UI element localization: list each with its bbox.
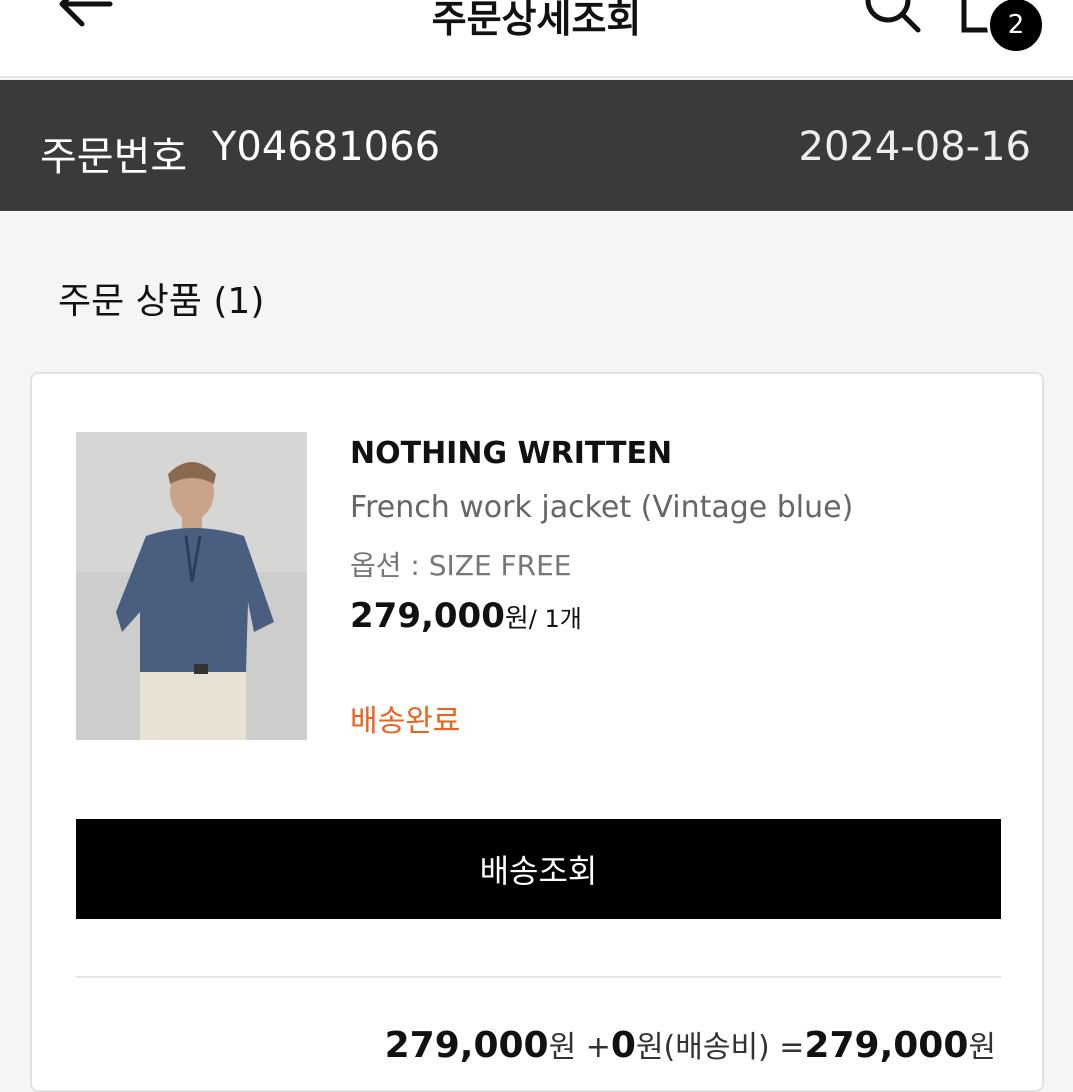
product-brand: NOTHING WRITTEN xyxy=(350,436,673,471)
shipping-fee: 0 xyxy=(610,1025,636,1066)
order-item-card: NOTHING WRITTEN French work jacket (Vint… xyxy=(30,372,1044,1092)
cart-count-badge[interactable]: 2 xyxy=(987,0,1045,54)
product-option: 옵션 : SIZE FREE xyxy=(350,549,572,582)
section-title: 주문 상품 (1) xyxy=(58,281,265,322)
grand-total: 279,000 xyxy=(804,1025,969,1066)
quantity: / 1개 xyxy=(528,605,582,633)
shipping-label: 원(배송비) = xyxy=(635,1030,805,1065)
price-unit: 원 xyxy=(504,604,529,634)
top-app-bar: 주문상세조회 2 xyxy=(0,0,1073,78)
product-image[interactable] xyxy=(76,432,307,740)
search-icon[interactable] xyxy=(860,0,924,36)
won-plus: 원 + xyxy=(548,1030,611,1065)
delivery-status: 배송완료 xyxy=(350,704,461,739)
product-price: 279,000원/ 1개 xyxy=(350,596,582,636)
order-date: 2024-08-16 xyxy=(798,124,1031,170)
won-unit: 원 xyxy=(968,1030,996,1065)
order-number: Y04681066 xyxy=(212,124,441,170)
order-total-summary: 279,000원 +0원(배송비) =279,000원 xyxy=(385,1022,996,1066)
order-info-bar: 주문번호 Y04681066 2024-08-16 xyxy=(0,80,1073,211)
product-name[interactable]: French work jacket (Vintage blue) xyxy=(350,490,853,525)
order-number-label: 주문번호 xyxy=(40,134,188,180)
track-delivery-button[interactable]: 배송조회 xyxy=(76,819,1001,919)
item-total: 279,000 xyxy=(384,1025,549,1066)
price-value: 279,000 xyxy=(350,596,505,636)
divider xyxy=(76,976,1001,978)
